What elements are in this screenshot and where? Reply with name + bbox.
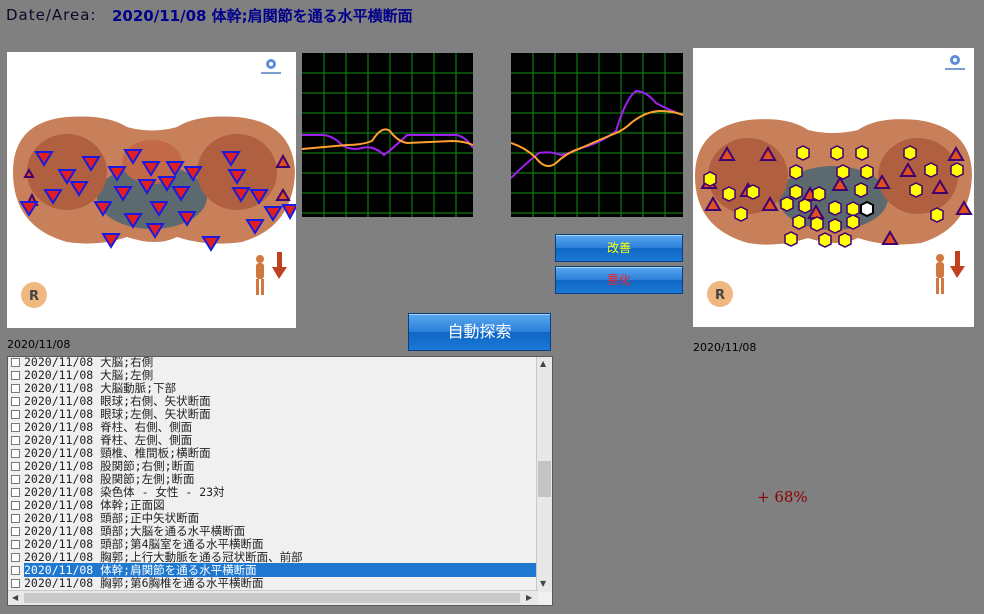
list-item-label: 2020/11/08 股関節;右側;断面 — [24, 459, 195, 473]
right-date-label: 2020/11/08 — [693, 341, 757, 354]
logo-icon — [945, 55, 965, 70]
highlight-marker — [860, 200, 874, 218]
purple-trace — [302, 134, 473, 157]
list-item-label: 2020/11/08 頭部;第4脳室を通る水平横断面 — [24, 537, 264, 551]
list-item-checkbox[interactable] — [11, 410, 20, 419]
list-item-label: 2020/11/08 頭部;大脳を通る水平横断面 — [24, 524, 246, 538]
right-cross-section-image: R — [695, 55, 973, 307]
horizontal-scroll-thumb[interactable] — [24, 593, 520, 603]
arrow-down-icon — [950, 251, 965, 278]
left-cross-section-image: R — [13, 59, 296, 308]
orange-trace — [511, 109, 683, 168]
logo-icon — [261, 59, 281, 74]
list-item-checkbox[interactable] — [11, 384, 20, 393]
list-item-checkbox[interactable] — [11, 436, 20, 445]
body-figure-icon — [936, 254, 944, 294]
right-scan-panel: R — [693, 48, 974, 327]
purple-trace — [511, 89, 683, 179]
orange-trace — [302, 128, 473, 150]
list-item-checkbox[interactable] — [11, 540, 20, 549]
improve-button[interactable]: 改善 — [555, 234, 683, 262]
worsen-button[interactable]: 悪化 — [555, 266, 683, 294]
list-item-label: 2020/11/08 股関節;左側;断面 — [24, 472, 195, 486]
list-item-checkbox[interactable] — [11, 449, 20, 458]
list-item-checkbox[interactable] — [11, 514, 20, 523]
left-date-label: 2020/11/08 — [7, 338, 71, 351]
list-item-label: 2020/11/08 頭部;正中矢状断面 — [24, 511, 200, 525]
improvement-percent: + 68% — [757, 488, 808, 506]
side-marker-r: R — [29, 289, 39, 304]
list-item-label: 2020/11/08 大脳動脈;下部 — [24, 381, 177, 395]
list-item-checkbox[interactable] — [11, 397, 20, 406]
list-item-checkbox[interactable] — [11, 501, 20, 510]
scroll-up-icon[interactable]: ▲ — [540, 359, 546, 368]
area-checklist[interactable]: 2020/11/08 大脳;右側 2020/11/08 大脳;左側 2020/11/… — [7, 356, 553, 606]
list-item-checkbox[interactable] — [11, 371, 20, 380]
checklist-items: 2020/11/08 大脳;右側 2020/11/08 大脳;左側 2020/11/… — [8, 357, 552, 590]
list-item-label: 2020/11/08 眼球;右側、矢状断面 — [24, 394, 211, 408]
date-area-label: Date/Area: — [6, 6, 97, 24]
list-item-label: 2020/11/08 胸郭;第6胸椎を通る水平横断面 — [24, 576, 264, 590]
list-item-checkbox[interactable] — [11, 488, 20, 497]
body-figure-icon — [256, 255, 264, 295]
list-item-checkbox[interactable] — [11, 579, 20, 588]
page-title: 2020/11/08 体幹;肩関節を通る水平横断面 — [112, 7, 413, 25]
list-item-label: 2020/11/08 体幹;正面図 — [24, 498, 165, 512]
list-item-label: 2020/11/08 頸椎、椎間板;横断面 — [24, 446, 211, 460]
scroll-right-icon[interactable]: ▶ — [526, 593, 532, 602]
list-item-label: 2020/11/08 胸郭;上行大動脈を通る冠状断面、前部 — [24, 550, 303, 564]
list-item-checkbox[interactable] — [11, 553, 20, 562]
list-item-label: 2020/11/08 染色体 - 女性 - 23対 — [24, 485, 225, 499]
vertical-scrollbar[interactable]: ▲ ▼ — [536, 357, 552, 592]
list-item-label: 2020/11/08 大脳;左側 — [24, 368, 154, 382]
list-item-checkbox[interactable] — [11, 358, 20, 367]
list-item[interactable]: 2020/11/08 胸郭;第6胸椎を通る水平横断面 — [8, 577, 538, 590]
left-waveform-graph — [302, 53, 473, 217]
vertical-scroll-thumb[interactable] — [538, 461, 551, 497]
list-item-label: 2020/11/08 脊柱、右側、側面 — [24, 420, 193, 434]
list-item-checkbox[interactable] — [11, 423, 20, 432]
list-item-checkbox[interactable] — [11, 566, 20, 575]
list-item-checkbox[interactable] — [11, 462, 20, 471]
list-item-label: 2020/11/08 脊柱、左側、側面 — [24, 433, 193, 447]
auto-search-button[interactable]: 自動探索 — [408, 313, 551, 351]
left-scan-panel: R — [7, 52, 296, 328]
arrow-down-icon — [272, 252, 287, 279]
list-item-checkbox[interactable] — [11, 527, 20, 536]
list-item-label: 2020/11/08 体幹;肩関節を通る水平横断面 — [24, 563, 552, 577]
scroll-left-icon[interactable]: ◀ — [12, 593, 18, 602]
side-marker-r: R — [715, 288, 725, 303]
list-item-checkbox[interactable] — [11, 475, 20, 484]
horizontal-scrollbar[interactable]: ◀ ▶ — [8, 590, 538, 605]
scroll-down-icon[interactable]: ▼ — [540, 579, 546, 588]
right-waveform-graph — [511, 53, 683, 217]
list-item-label: 2020/11/08 眼球;左側、矢状断面 — [24, 407, 211, 421]
